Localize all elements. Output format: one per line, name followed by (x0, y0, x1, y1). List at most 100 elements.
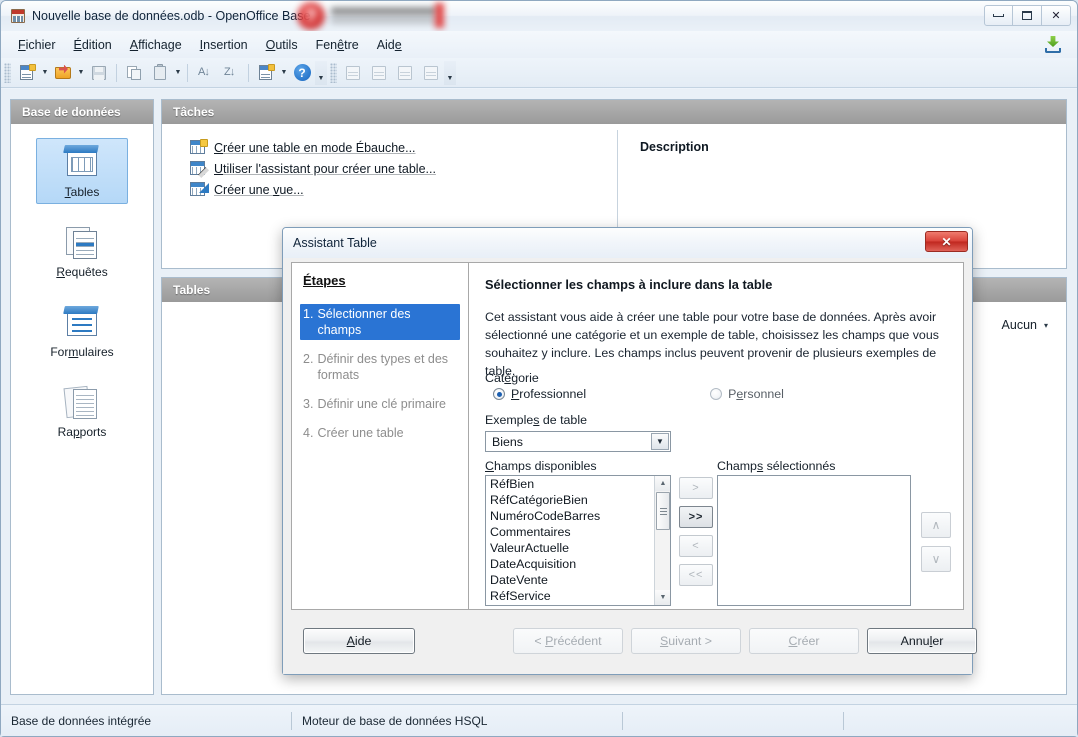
cancel-button-label: Annuler (900, 634, 944, 648)
help-icon[interactable]: ? (290, 61, 314, 85)
paste-dropdown-icon[interactable]: ▼ (173, 62, 183, 84)
list-item[interactable]: NuméroCodeBarres (486, 508, 670, 524)
wizard-steps-title: Étapes (303, 273, 346, 288)
scrollbar-thumb[interactable] (656, 492, 670, 530)
copy-icon[interactable] (122, 61, 146, 85)
database-pane: Base de données Tables Requêtes Formulai… (10, 99, 154, 695)
menu-outils-rest: utils (275, 37, 298, 52)
task-create-table-design[interactable]: Créer une table en mode Ébauche... (190, 139, 617, 155)
move-down-button[interactable]: ∨ (921, 546, 951, 572)
category-label: Catégorie (485, 371, 539, 385)
menu-aide[interactable]: Aide (368, 35, 411, 55)
menu-fichier[interactable]: Fichier (9, 35, 65, 55)
dialog-close-button[interactable]: ✕ (925, 231, 968, 252)
menu-fenetre[interactable]: Fenêtre (307, 35, 368, 55)
sort-descending-icon[interactable]: Z↓ (219, 61, 243, 85)
minimize-button[interactable] (984, 5, 1013, 26)
wizard-intro-text: Cet assistant vous aide à créer une tabl… (485, 310, 939, 378)
sidebar-item-tables[interactable]: Tables (36, 138, 128, 204)
cancel-button[interactable]: Annuler (867, 628, 977, 654)
tasks-pane-header: Tâches (162, 100, 1066, 124)
menu-aide-pre: Aid (376, 37, 395, 52)
menu-fenetre-post: tre (344, 37, 359, 52)
create-button-label: Créer (788, 634, 820, 648)
scroll-up-icon[interactable]: ▲ (655, 476, 670, 491)
tables-filter-dropdown[interactable]: Aucun ▾ (1002, 318, 1048, 332)
order-buttons: ∧ ∨ (921, 512, 953, 580)
move-left-button[interactable]: < (679, 535, 713, 557)
back-button[interactable]: < Précédent (513, 628, 623, 654)
open-document-icon[interactable] (51, 61, 75, 85)
wizard-step-3-number: 3. (303, 397, 314, 411)
sidebar-item-reports[interactable]: Rapports (36, 378, 128, 444)
database-pane-header: Base de données (11, 100, 153, 124)
list-item[interactable]: ValeurActuelle (486, 540, 670, 556)
list-item[interactable]: DateAcquisition (486, 556, 670, 572)
task-table-wizard[interactable]: Utiliser l'assistant pour créer une tabl… (190, 161, 617, 178)
watermark-text (331, 4, 437, 28)
move-up-button[interactable]: ∧ (921, 512, 951, 538)
toolbar-grip-2[interactable] (330, 62, 337, 83)
rename-icon (419, 61, 443, 85)
close-button[interactable]: ✕ (1042, 5, 1071, 26)
paste-icon[interactable] (148, 61, 172, 85)
toolbar-grip[interactable] (4, 62, 11, 83)
task-table-wizard-label: Utiliser l'assistant pour créer une tabl… (214, 161, 436, 176)
available-fields-scrollbar[interactable]: ▲ ▼ (654, 476, 670, 605)
form-wizard-dropdown-icon[interactable]: ▼ (279, 62, 289, 84)
toolbar-separator-3 (248, 63, 249, 82)
radio-personnel[interactable]: Personnel (710, 387, 784, 401)
create-table-design-icon (190, 139, 208, 155)
wizard-step-4: 4. Créer une table (300, 423, 460, 443)
new-document-icon[interactable] (15, 61, 39, 85)
chevron-down-icon[interactable]: ▼ (651, 433, 669, 450)
maximize-button[interactable] (1013, 5, 1042, 26)
chevron-down-icon: ▾ (1043, 320, 1048, 330)
toolbar-separator-2 (187, 63, 188, 82)
radio-professionnel[interactable]: Professionnel (493, 387, 586, 401)
move-all-right-button[interactable]: >> (679, 506, 713, 528)
create-button[interactable]: Créer (749, 628, 859, 654)
form-wizard-icon[interactable] (254, 61, 278, 85)
list-item[interactable]: RéfService (486, 588, 670, 604)
category-radio-group: Professionnel Personnel (493, 387, 833, 401)
menu-insertion[interactable]: Insertion (191, 35, 257, 55)
application-window: Nouvelle base de données.odb - OpenOffic… (0, 0, 1078, 737)
window-titlebar: Nouvelle base de données.odb - OpenOffic… (1, 1, 1077, 31)
scroll-down-icon[interactable]: ▼ (655, 590, 670, 605)
toolbar-overflow-icon-2[interactable]: ▼ (444, 60, 456, 85)
selected-fields-list[interactable] (717, 475, 911, 606)
menu-outils[interactable]: Outils (257, 35, 307, 55)
print-preview-icon (341, 61, 365, 85)
queries-icon (60, 224, 104, 262)
wizard-step-2-label: Définir des types et des formats (317, 352, 449, 382)
status-cell-4 (844, 712, 1077, 730)
list-item[interactable]: Commentaires (486, 524, 670, 540)
sort-ascending-icon[interactable]: A↓ (193, 61, 217, 85)
task-create-view[interactable]: Créer une vue... (190, 182, 617, 197)
save-icon[interactable] (87, 61, 111, 85)
available-fields-list[interactable]: RéfBien RéfCatégorieBien NuméroCodeBarre… (485, 475, 671, 606)
list-item[interactable]: RéfCatégorieBien (486, 492, 670, 508)
table-wizard-icon (190, 161, 209, 178)
move-all-left-button[interactable]: << (679, 564, 713, 586)
sidebar-item-queries[interactable]: Requêtes (36, 218, 128, 284)
menu-affichage-rest: ffichage (138, 37, 182, 52)
new-document-dropdown-icon[interactable]: ▼ (40, 62, 50, 84)
open-document-dropdown-icon[interactable]: ▼ (76, 62, 86, 84)
list-item[interactable]: DateVente (486, 572, 670, 588)
download-icon[interactable] (1043, 35, 1063, 55)
next-button[interactable]: Suivant > (631, 628, 741, 654)
move-right-button[interactable]: > (679, 477, 713, 499)
list-item[interactable]: RéfBien (486, 476, 670, 492)
sidebar-item-forms[interactable]: Formulaires (36, 298, 128, 364)
help-button[interactable]: Aide (303, 628, 415, 654)
examples-combobox[interactable]: Biens ▼ (485, 431, 671, 452)
statusbar: Base de données intégrée Moteur de base … (1, 704, 1077, 736)
dialog-titlebar: Assistant Table ✕ (283, 228, 972, 258)
menu-edition[interactable]: Édition (65, 35, 121, 55)
toolbar-overflow-icon[interactable]: ▼ (315, 60, 327, 85)
reports-icon (60, 384, 104, 422)
menu-affichage[interactable]: Affichage (121, 35, 191, 55)
dialog-title: Assistant Table (293, 236, 377, 250)
